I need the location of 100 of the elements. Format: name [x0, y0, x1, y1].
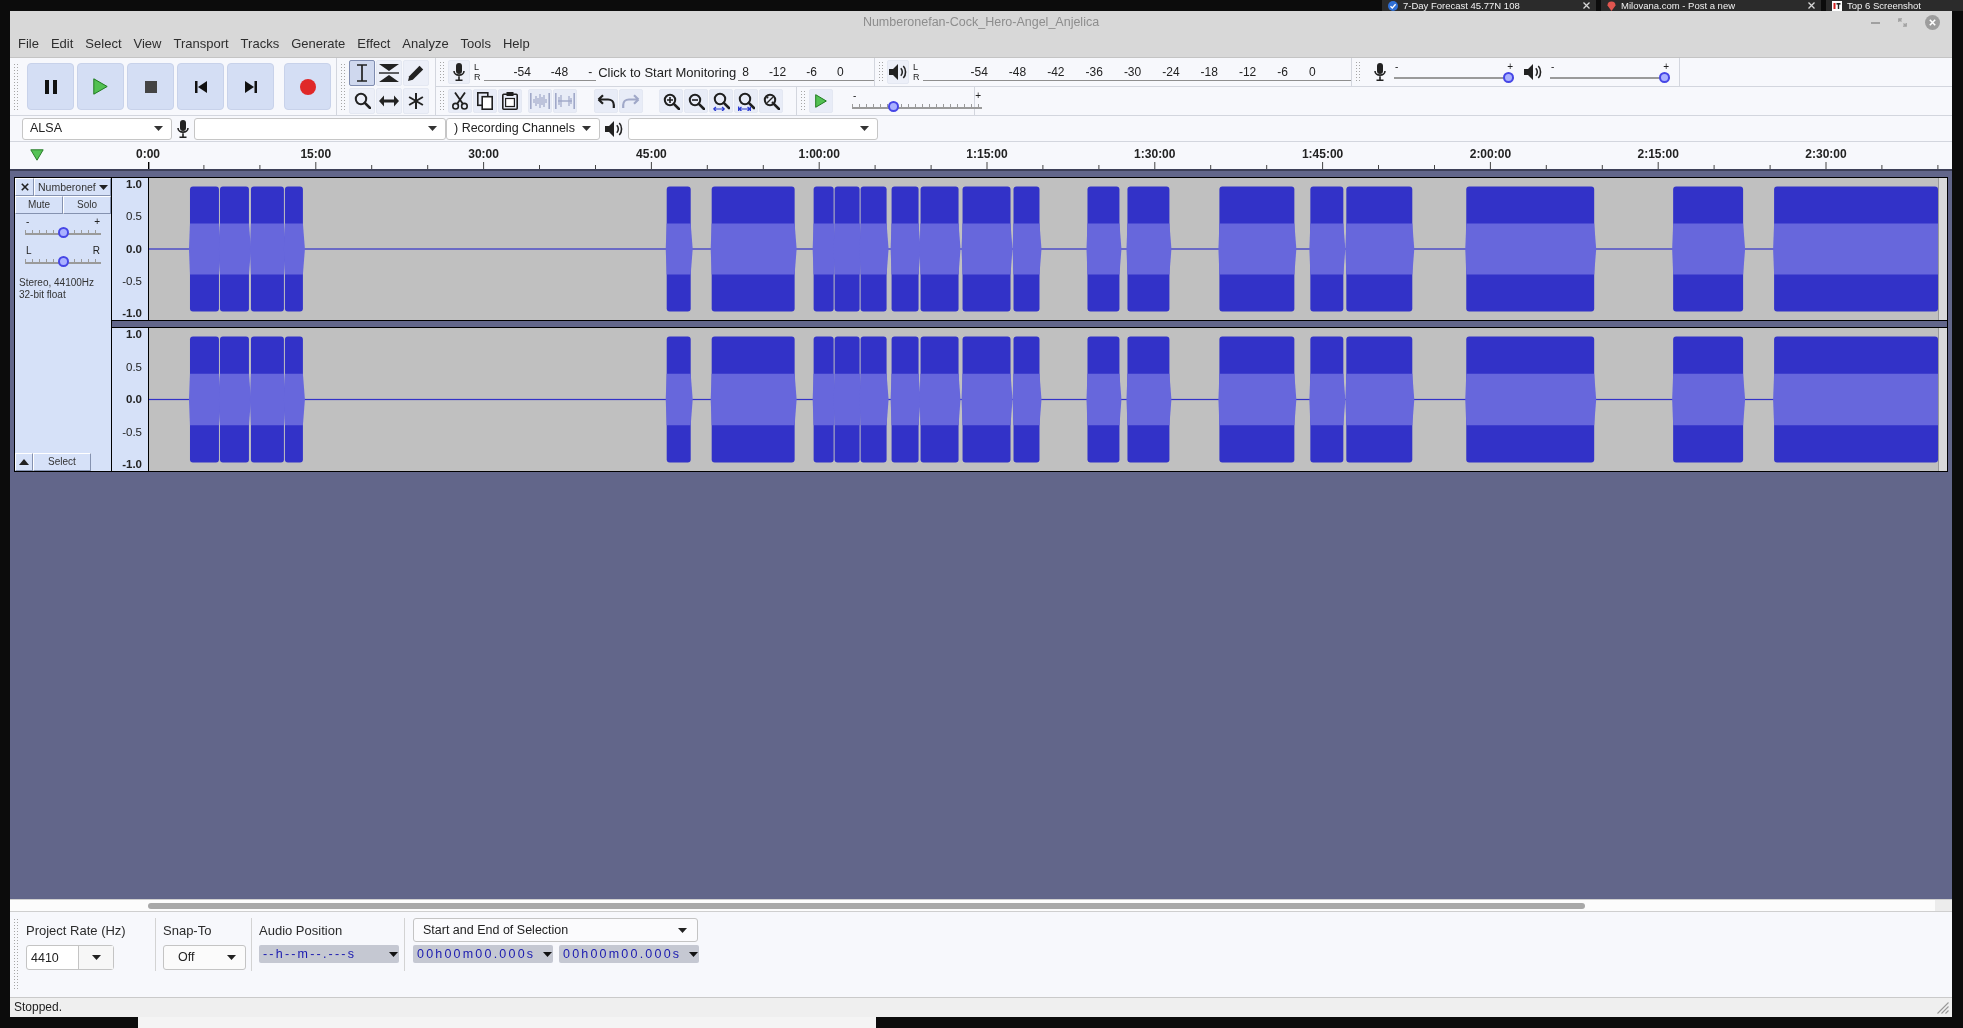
window-title: Numberonefan-Cock_Hero-Angel_Anjelica [862, 15, 1100, 30]
status-text: Stopped. [14, 1000, 63, 1015]
menu-item[interactable]: Generate [285, 34, 352, 53]
meter-channel-label: L [474, 62, 480, 72]
undo-button[interactable] [594, 89, 618, 113]
selection-tool-button[interactable] [349, 59, 375, 86]
recording-channels-dropdown[interactable]: ) Recording Channels [446, 117, 600, 140]
horizontal-scrollbar[interactable] [10, 899, 1952, 911]
time-label: 2:30:00 [1805, 147, 1847, 161]
select-track-button[interactable]: Select [33, 453, 91, 471]
zoom-out-button[interactable] [684, 89, 708, 113]
mute-button[interactable]: Mute [15, 196, 63, 214]
copy-button[interactable] [473, 89, 497, 113]
amplitude-label: -1.0 [122, 458, 142, 471]
browser-tab[interactable]: 7-Day Forecast 45.77N 108 [1382, 0, 1596, 11]
toolbar-grip[interactable] [878, 61, 883, 83]
playback-meter-button[interactable] [887, 60, 909, 84]
toolbar-grip[interactable] [1355, 61, 1360, 83]
time-shift-tool-button[interactable] [376, 87, 402, 114]
audio-position-field[interactable]: --h--m--.---s [259, 945, 399, 963]
amplitude-label: 1.0 [126, 178, 142, 191]
scrollbar-corner [1935, 900, 1952, 911]
close-icon[interactable] [1808, 2, 1815, 9]
draw-tool-button[interactable] [403, 59, 429, 86]
meter-scale-label: -18 [1200, 64, 1218, 80]
project-rate-combo[interactable]: 4410 [26, 945, 114, 970]
stop-button[interactable] [127, 63, 174, 110]
pause-button[interactable] [27, 63, 74, 110]
skip-to-end-button[interactable] [227, 63, 274, 110]
meter-scale-label: 0 [1308, 64, 1316, 80]
time-label: 2:00:00 [1469, 147, 1512, 161]
toolbar-grip[interactable] [439, 61, 444, 83]
slider-thumb[interactable] [1503, 71, 1514, 83]
zoom-in-button[interactable] [659, 89, 683, 113]
caret-down-icon [389, 951, 398, 957]
speaker-icon [1524, 64, 1542, 80]
menu-item[interactable]: Help [496, 34, 536, 53]
menu-item[interactable]: Edit [44, 34, 80, 53]
snap-to-label: Snap-To [163, 923, 212, 939]
menu-item[interactable]: Transport [167, 34, 235, 53]
toolbar-grip[interactable] [439, 90, 444, 112]
slider-thumb[interactable] [57, 227, 69, 238]
envelope-tool-icon [379, 63, 399, 82]
amplitude-label: 1.0 [126, 328, 142, 341]
zoom-toggle-button[interactable] [759, 89, 783, 113]
selection-start-field[interactable]: 00h00m00.000s [413, 945, 553, 963]
multi-tool-button[interactable] [403, 87, 429, 114]
audio-position-label: Audio Position [259, 923, 343, 939]
check-circle-icon [1388, 0, 1398, 11]
meter-scale-label: -24 [1162, 64, 1180, 80]
skip-to-start-button[interactable] [177, 63, 224, 110]
cut-button[interactable] [448, 89, 472, 113]
amplitude-label: 0.5 [126, 360, 142, 374]
resize-grip-icon[interactable] [1937, 1001, 1949, 1014]
zoom-out-icon [687, 92, 705, 110]
caret-down-icon [91, 955, 101, 960]
browser-tab[interactable]: Top 6 Screenshot [1826, 0, 1963, 11]
selection-mode-dropdown[interactable]: Start and End of Selection [413, 918, 698, 942]
audio-host-dropdown[interactable]: ALSA [22, 117, 172, 140]
slider-min-label: - [26, 217, 30, 227]
speaker-icon [889, 64, 907, 80]
record-button[interactable] [284, 63, 331, 110]
menu-item[interactable]: Select [79, 34, 128, 53]
close-icon[interactable] [1583, 2, 1590, 9]
fit-project-button[interactable] [734, 89, 758, 113]
menu-item[interactable]: Tracks [234, 34, 286, 53]
paste-button[interactable] [498, 89, 522, 113]
envelope-tool-button[interactable] [376, 59, 402, 86]
menu-item[interactable]: Tools [454, 34, 497, 53]
selection-end-field[interactable]: 00h00m00.000s [559, 945, 699, 963]
menu-item[interactable]: Effect [351, 34, 397, 53]
project-rate-label: Project Rate (Hz) [26, 923, 126, 939]
skip-to-end-icon [244, 80, 257, 93]
slider-thumb[interactable] [57, 256, 69, 267]
play-icon [815, 94, 827, 108]
toolbar-grip[interactable] [800, 90, 805, 112]
zoom-tool-button[interactable] [349, 87, 375, 114]
snap-to-dropdown[interactable]: Off [163, 945, 246, 970]
menu-item[interactable]: Analyze [396, 34, 455, 53]
solo-button[interactable]: Solo [63, 196, 111, 214]
menu-item[interactable]: File [12, 34, 45, 53]
stop-icon [144, 80, 157, 93]
i-beam-cursor-icon [356, 63, 368, 82]
play-at-speed-button[interactable] [809, 89, 833, 113]
slider-min-label: - [1551, 61, 1555, 72]
caret-down-icon [227, 955, 236, 960]
time-label: 45:00 [636, 147, 667, 161]
meter-channel-label: L [913, 62, 919, 72]
browser-tab[interactable]: Milovana.com - Post a new [1601, 0, 1821, 11]
slider-thumb[interactable] [887, 100, 899, 112]
triangle-marker-icon[interactable] [30, 149, 44, 161]
time-label: 2:15:00 [1637, 147, 1679, 161]
fit-selection-button[interactable] [709, 89, 733, 113]
track-name-menu[interactable]: Numberonef [34, 178, 111, 196]
recording-meter-button[interactable] [448, 60, 470, 84]
track-format-text: 32-bit float [19, 289, 66, 301]
pause-icon [44, 79, 57, 94]
scrollbar-thumb[interactable] [148, 902, 1585, 909]
slider-thumb[interactable] [1659, 71, 1670, 83]
menu-item[interactable]: View [127, 34, 168, 53]
